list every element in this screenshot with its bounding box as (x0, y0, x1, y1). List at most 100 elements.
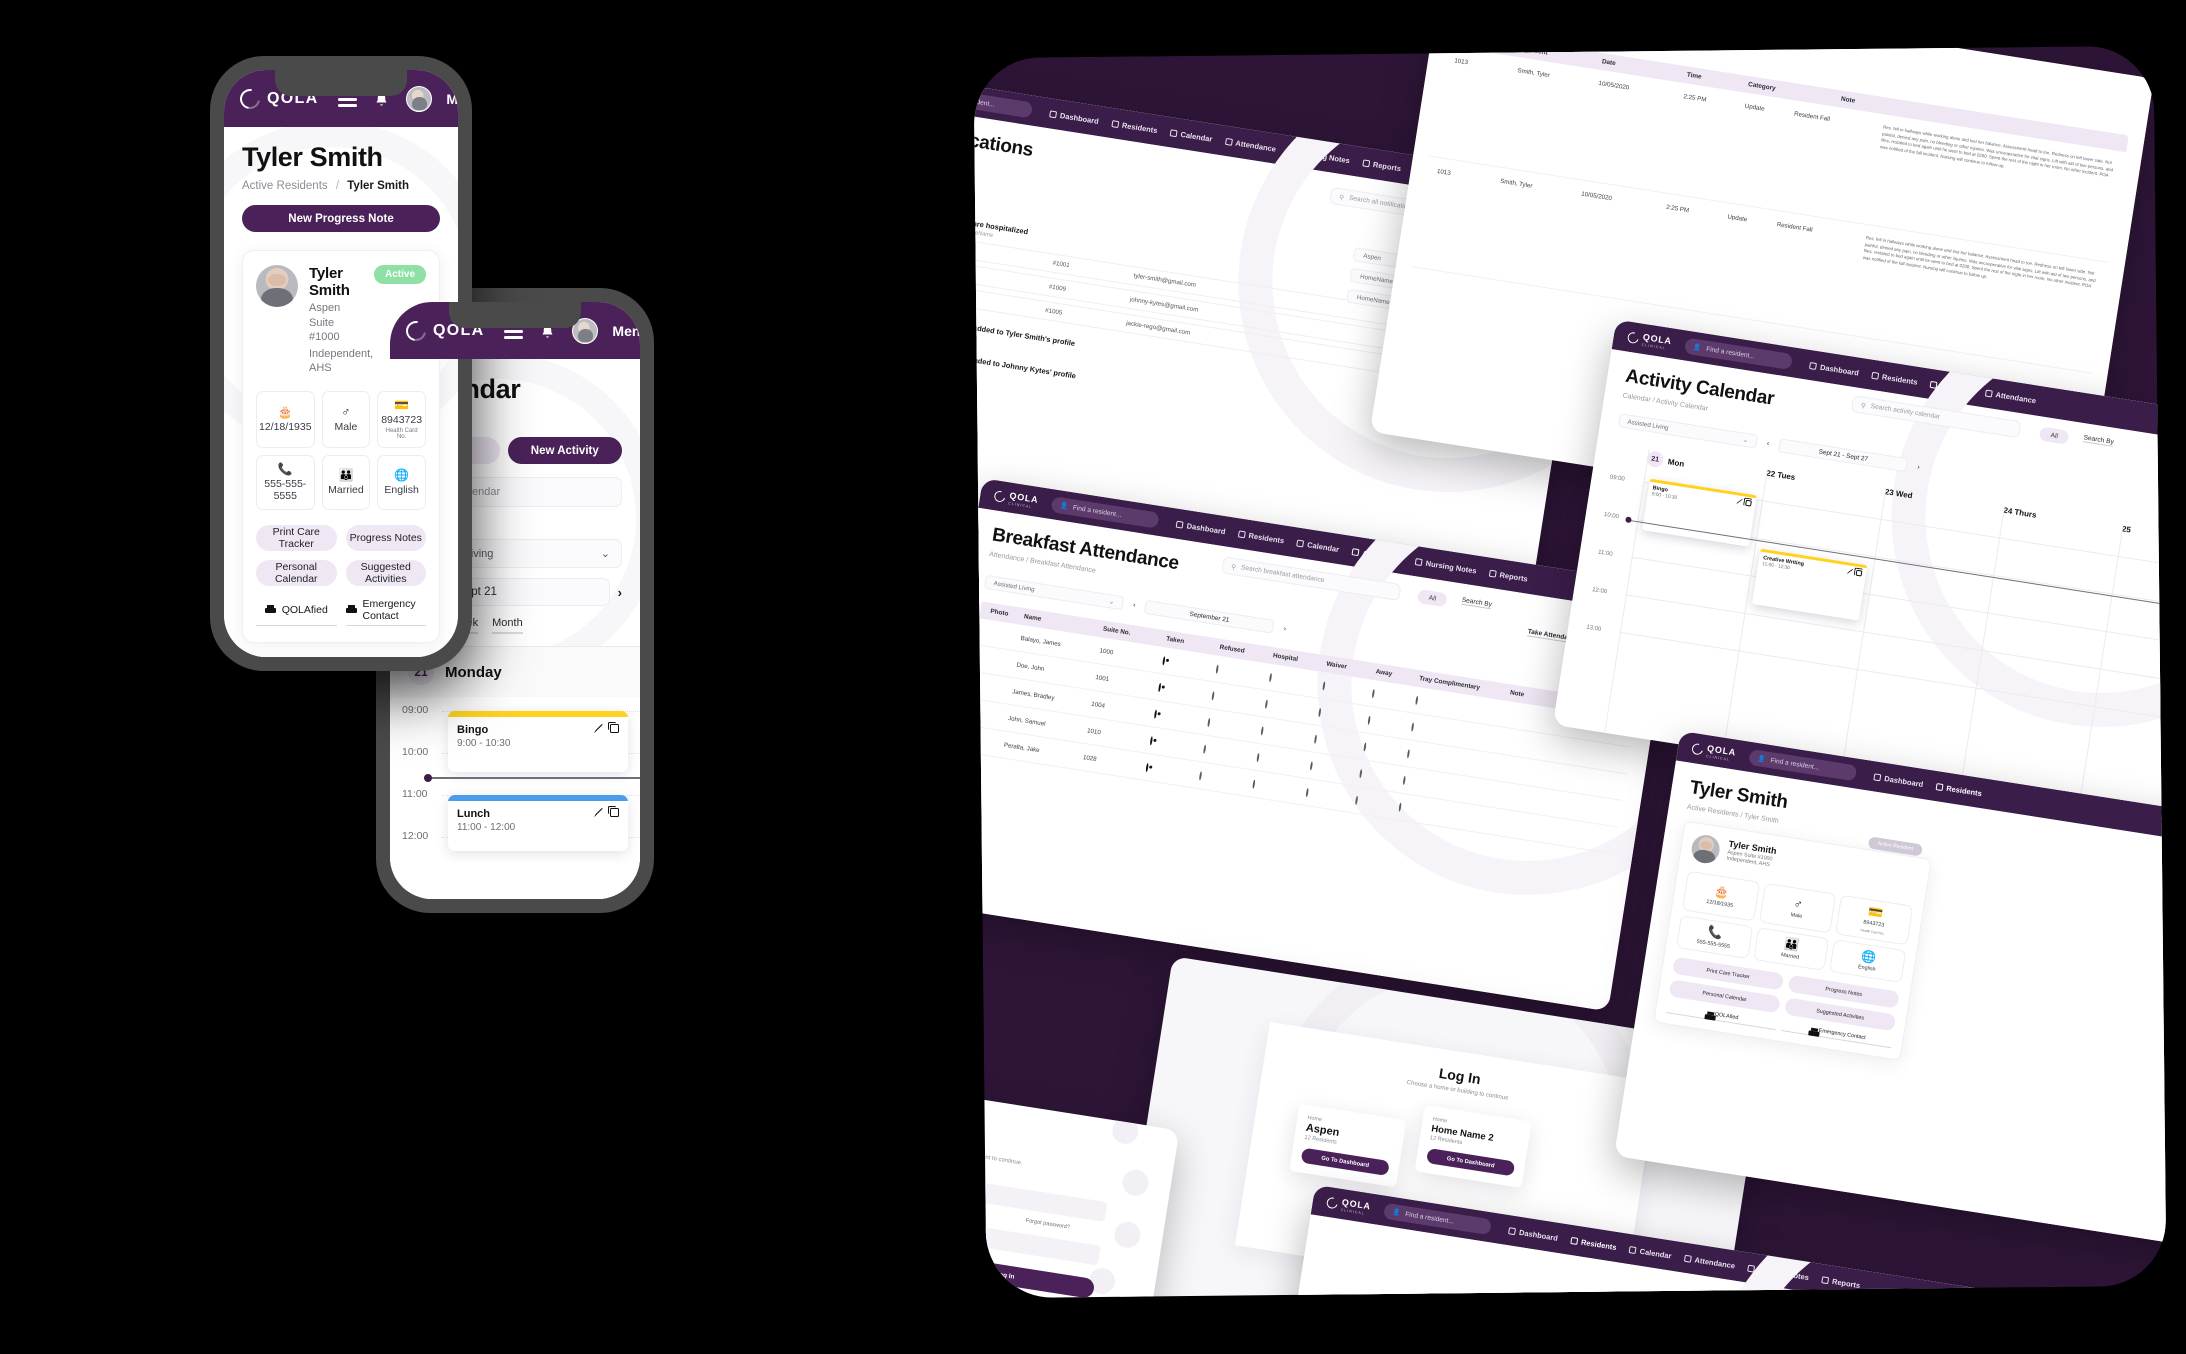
info-tile-health-card: 💳 8943723 Health Card No. (1835, 894, 1914, 946)
edit-icon[interactable] (594, 724, 603, 734)
duplicate-icon[interactable] (1855, 569, 1863, 577)
next-date-button[interactable]: › (1283, 625, 1286, 632)
radio-waiver[interactable] (1313, 734, 1318, 744)
time-label: 12:00 (402, 830, 429, 843)
radio-taken[interactable] (1149, 735, 1154, 745)
nav-reports[interactable]: Reports (1488, 568, 1528, 583)
new-activity-button[interactable]: New Activity (507, 437, 622, 465)
duplicate-icon[interactable] (607, 805, 619, 818)
duplicate-icon[interactable] (607, 721, 619, 734)
radio-hospital[interactable] (1256, 752, 1260, 762)
radio-waiver[interactable] (1305, 787, 1309, 797)
nav-nursing-notes[interactable]: Nursing Notes (1747, 1263, 1810, 1282)
edit-icon[interactable] (594, 808, 603, 818)
print-emergency-contact-link[interactable]: Emergency Contact (345, 598, 426, 626)
radio-waiver[interactable] (1318, 707, 1322, 717)
calendar-event[interactable]: Creative Writing 11:00 - 12:30 (1751, 548, 1868, 621)
radio-waiver[interactable] (1322, 680, 1326, 690)
radio-refused[interactable] (1203, 744, 1207, 754)
radio-taken[interactable] (1153, 709, 1158, 719)
duplicate-icon[interactable] (1745, 499, 1752, 507)
nav-calendar[interactable]: Calendar (1929, 379, 1973, 395)
pill-progress-notes[interactable]: Progress Notes (345, 524, 426, 551)
nav-nursing-notes[interactable]: Nursing Notes (1414, 557, 1477, 575)
radio-tray-complimentary[interactable] (1402, 775, 1406, 785)
avatar[interactable] (406, 85, 433, 112)
nav-attendance[interactable]: Attendance (1224, 136, 1277, 153)
pill-suggested-activities[interactable]: Suggested Activities (345, 559, 426, 586)
event-time: 9:00 - 10:30 (457, 738, 511, 750)
time-label: 11:00 (1597, 549, 1613, 558)
day-header[interactable]: 25 (2120, 524, 2166, 549)
pill-print-care-tracker[interactable]: Print Care Tracker (256, 524, 337, 551)
nav-dashboard[interactable]: Dashboard (1175, 519, 1226, 536)
nav-residents[interactable]: Residents (1111, 119, 1158, 135)
radio-taken[interactable] (1145, 762, 1149, 772)
nav-attendance[interactable]: Attendance (1984, 388, 2037, 405)
radio-refused[interactable] (1215, 664, 1219, 674)
find-resident-input[interactable]: 👤 Find a resident... (973, 85, 1034, 119)
radio-away[interactable] (1367, 715, 1371, 725)
radio-tray-complimentary[interactable] (1415, 695, 1419, 705)
printer-icon (1705, 1011, 1712, 1017)
nav-residents[interactable]: Residents (1935, 782, 1983, 798)
tab-month[interactable]: Month (492, 617, 523, 635)
nav-attendance[interactable]: Attendance (1351, 547, 1403, 563)
calendar-event-bingo[interactable]: Bingo 9:00 - 10:30 (448, 711, 628, 773)
next-week-button[interactable]: › (1917, 463, 1920, 470)
nav-reports[interactable]: Reports (1362, 158, 1402, 173)
nav-calendar[interactable]: Calendar (1628, 1245, 1672, 1260)
nav-residents[interactable]: Residents (1871, 370, 1918, 386)
info-tile-language: 🌐 English (377, 454, 426, 510)
menu-button[interactable]: Menu (446, 91, 458, 107)
radio-taken[interactable] (1162, 655, 1166, 665)
radio-waiver[interactable] (1309, 760, 1314, 771)
radio-hospital[interactable] (1264, 699, 1269, 709)
radio-away[interactable] (1371, 688, 1376, 698)
building-select[interactable]: Assisted Living ⌄ (1617, 413, 1759, 449)
nav-residents[interactable]: Residents (1570, 1235, 1617, 1251)
nav-calendar[interactable]: Calendar (1169, 128, 1213, 143)
prev-date-button[interactable]: ‹ (1133, 601, 1136, 608)
radio-hospital[interactable] (1268, 672, 1273, 682)
date-chip[interactable]: September 21 (1144, 599, 1275, 634)
edit-icon[interactable] (1847, 568, 1854, 575)
pill-personal-calendar[interactable]: Personal Calendar (256, 559, 337, 586)
nav-residents[interactable]: Residents (1237, 529, 1285, 545)
nav-dashboard[interactable]: Dashboard (1873, 772, 1924, 788)
nav-dashboard[interactable]: Dashboard (1049, 109, 1100, 125)
info-tile-health-card: 💳 8943723 Health Card No. (377, 390, 426, 448)
edit-icon[interactable] (1736, 498, 1743, 505)
prev-week-button[interactable]: ‹ (1766, 440, 1769, 447)
search-icon: ⚲ (1860, 401, 1867, 410)
search-icon: ⚲ (1338, 193, 1345, 202)
radio-tray-complimentary[interactable] (1410, 722, 1415, 732)
resident-suite: Aspen Suite #1000 (309, 302, 341, 344)
radio-hospital[interactable] (1252, 779, 1256, 789)
radio-away[interactable] (1363, 741, 1367, 752)
radio-away[interactable] (1359, 768, 1363, 778)
nav-dashboard[interactable]: Dashboard (1508, 1226, 1559, 1242)
next-day-button[interactable]: › (618, 585, 622, 600)
nav-dashboard[interactable]: Dashboard (1809, 361, 1860, 377)
breadcrumb-parent[interactable]: Active Residents (242, 180, 328, 192)
calendar-event-lunch[interactable]: Lunch 11:00 - 12:00 (448, 795, 628, 852)
new-progress-note-button[interactable]: New Progress Note (242, 205, 440, 233)
radio-refused[interactable] (1211, 690, 1215, 700)
radio-refused[interactable] (1198, 770, 1203, 780)
nav-nursing-notes[interactable]: Nursing Notes (1288, 146, 1351, 165)
nav-attendance[interactable]: Attendance (1683, 1253, 1736, 1270)
radio-refused[interactable] (1207, 717, 1211, 727)
date-range-chip[interactable]: Sept 21 - Sept 27 (1778, 438, 1909, 473)
radio-taken[interactable] (1158, 682, 1162, 692)
radio-tray-complimentary[interactable] (1406, 748, 1411, 758)
nav-reports[interactable]: Reports (1821, 1275, 1861, 1290)
menu-button[interactable]: Menu (612, 323, 640, 339)
radio-tray-complimentary[interactable] (1398, 802, 1402, 812)
radio-away[interactable] (1354, 795, 1359, 805)
radio-hospital[interactable] (1260, 725, 1264, 735)
qola-mark-icon (992, 488, 1008, 504)
print-qolafied-link[interactable]: QOLAfied (256, 598, 337, 626)
list-icon[interactable]: ☰ (1967, 1298, 1975, 1299)
nav-calendar[interactable]: Calendar (1296, 538, 1340, 554)
